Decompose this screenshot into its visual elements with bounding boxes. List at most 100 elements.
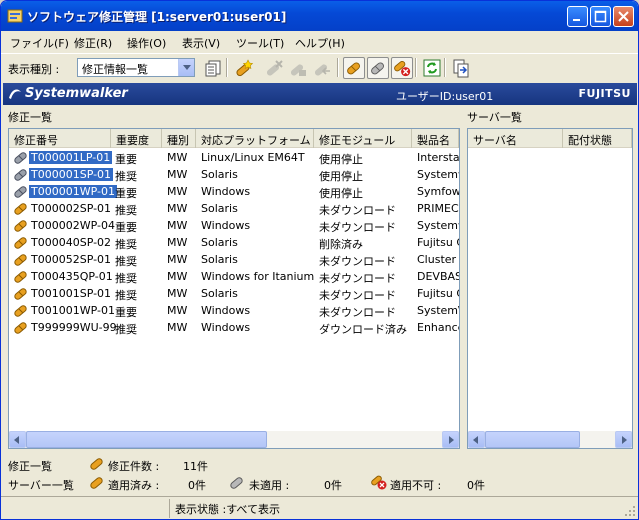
cell-platform: Windows — [201, 219, 251, 232]
menu-view[interactable]: 表示(V) — [182, 35, 220, 51]
cell-importance: 推奨 — [115, 272, 137, 285]
table-row[interactable]: T000435QP-01 推奨 MW Windows for Itanium 未ダウンロ… — [9, 268, 459, 285]
table-row[interactable]: T001001WP-01 重要 MW Windows 未ダウンロード System\ — [9, 302, 459, 319]
unapplied-count-label: 未適用 : — [249, 479, 290, 492]
cell-type: MW — [167, 151, 188, 164]
menu-file[interactable]: ファイル(F) — [10, 35, 69, 51]
applied-count-label: 適用済み : — [108, 479, 160, 492]
cell-product: Fujitsu C — [417, 236, 459, 249]
cell-type: MW — [167, 202, 188, 215]
patch-id: T000435QP-01 — [31, 270, 113, 283]
maximize-button[interactable] — [590, 6, 611, 27]
table-row[interactable]: T000001LP-01 重要 MW Linux/Linux EM64T 使用停止 Int… — [9, 149, 459, 166]
patch-id: T000002SP-01 — [31, 202, 112, 215]
close-icon — [618, 11, 629, 22]
chevron-down-icon[interactable] — [178, 59, 194, 76]
summary-server-list-label: サーバー一覧 — [8, 479, 74, 492]
cell-platform: Windows for Itanium — [201, 270, 315, 283]
cell-platform: Solaris — [201, 287, 238, 300]
column-header-server-name[interactable]: サーバ名 — [468, 129, 563, 148]
toolbar-separator — [415, 58, 417, 77]
app-window: ソフトウェア修正管理 [1:server01:user01] ファイル(F) 修… — [0, 0, 639, 520]
scroll-thumb[interactable] — [485, 431, 580, 448]
table-row[interactable]: T000002SP-01 推奨 MW Solaris 未ダウンロード PRIMEC — [9, 200, 459, 217]
table-row[interactable]: T000001SP-01推奨 MW Solaris 使用停止 Systemw — [9, 166, 459, 183]
column-header-distribution-status[interactable]: 配付状態 — [563, 129, 632, 148]
summary-patch-list-label: 修正一覧 — [8, 460, 52, 473]
cell-type: MW — [167, 219, 188, 232]
patch-id: T000002WP-04 — [31, 219, 115, 232]
column-header-product[interactable]: 製品名 — [412, 129, 459, 148]
cell-platform: Solaris — [201, 168, 238, 181]
server-list-title: サーバ一覧 — [467, 111, 522, 124]
resize-grip-icon[interactable] — [624, 505, 636, 517]
title-bar[interactable]: ソフトウェア修正管理 [1:server01:user01] — [1, 1, 638, 31]
table-row[interactable]: T999999WU-99推奨 MW Windows ダウンロード済み Enhance — [9, 319, 459, 336]
column-header-type[interactable]: 種別 — [162, 129, 196, 148]
filter-unapplied-button[interactable] — [367, 57, 389, 79]
apply-patch-icon[interactable] — [287, 57, 309, 79]
patch-id: T000052SP-01 — [31, 253, 112, 266]
table-row[interactable]: T000040SP-02推奨 MW Solaris 削除済み Fujitsu C — [9, 234, 459, 251]
view-type-label: 表示種別 : — [8, 63, 60, 76]
menu-patch[interactable]: 修正(R) — [74, 35, 112, 51]
export-icon[interactable] — [450, 57, 472, 79]
table-row[interactable]: T000052SP-01 推奨 MW Solaris 未ダウンロード Cluster — [9, 251, 459, 268]
patch-list[interactable]: 修正番号 重要度 種別 対応プラットフォーム 修正モジュール 製品名 T0000… — [8, 128, 460, 449]
minimize-button[interactable] — [567, 6, 588, 27]
orange-patch-icon — [14, 254, 27, 266]
remove-patch-icon[interactable] — [311, 57, 333, 79]
column-header-importance[interactable]: 重要度 — [111, 129, 162, 148]
delete-patch-icon[interactable] — [263, 57, 285, 79]
cell-type: MW — [167, 321, 188, 334]
server-list-hscrollbar[interactable] — [468, 431, 632, 448]
toolbar-separator — [226, 58, 228, 77]
scroll-right-button[interactable] — [615, 431, 632, 448]
server-list[interactable]: サーバ名 配付状態 — [467, 128, 633, 449]
toolbar-separator — [337, 58, 339, 77]
cell-product: Systemw — [417, 219, 459, 232]
orange-patch-icon — [14, 237, 27, 249]
table-row[interactable]: T000002WP-04重要 MW Windows 未ダウンロード Systemw — [9, 217, 459, 234]
applied-count-value: 0件 — [188, 479, 206, 492]
cell-module: 未ダウンロード — [319, 221, 396, 234]
column-header-module[interactable]: 修正モジュール — [314, 129, 412, 148]
menu-operation[interactable]: 操作(O) — [127, 35, 166, 51]
systemwalker-logo: Systemwalker — [25, 86, 128, 101]
cell-type: MW — [167, 168, 188, 181]
new-patch-icon[interactable] — [233, 57, 255, 79]
patch-id: T999999WU-99 — [31, 321, 117, 334]
column-header-platform[interactable]: 対応プラットフォーム — [196, 129, 314, 148]
view-type-select[interactable]: 修正情報一覧 — [77, 58, 195, 77]
scroll-left-button[interactable] — [468, 431, 485, 448]
menu-help[interactable]: ヘルプ(H) — [295, 35, 345, 51]
scroll-right-button[interactable] — [442, 431, 459, 448]
cell-importance: 重要 — [115, 187, 137, 200]
properties-icon[interactable] — [203, 57, 225, 79]
unapplied-count-value: 0件 — [324, 479, 342, 492]
filter-applied-button[interactable] — [343, 57, 365, 79]
filter-not-applicable-button[interactable] — [391, 57, 413, 79]
menu-tools[interactable]: ツール(T) — [236, 35, 284, 51]
column-header-patch-id[interactable]: 修正番号 — [9, 129, 111, 148]
toolbar-separator — [444, 58, 446, 77]
table-row[interactable]: T001001SP-01推奨 MW Solaris 未ダウンロード Fujitsu C — [9, 285, 459, 302]
refresh-icon[interactable] — [421, 57, 443, 79]
close-button[interactable] — [613, 6, 634, 27]
patch-id: T000001LP-01 — [29, 151, 113, 164]
gray-patch-icon — [14, 152, 27, 164]
patch-list-title: 修正一覧 — [8, 111, 52, 124]
table-row[interactable]: T000001WP-01 重要 MW Windows 使用停止 Symfow — [9, 183, 459, 200]
cell-product: Interstag — [417, 151, 459, 164]
view-type-value: 修正情報一覧 — [82, 63, 148, 76]
cell-type: MW — [167, 287, 188, 300]
cell-product: Cluster — [417, 253, 457, 266]
scroll-thumb[interactable] — [26, 431, 267, 448]
orange-patch-icon — [14, 271, 27, 283]
cell-module: 未ダウンロード — [319, 272, 396, 285]
gray-patch-icon — [14, 186, 27, 198]
patch-list-hscrollbar[interactable] — [9, 431, 459, 448]
scroll-left-button[interactable] — [9, 431, 26, 448]
patch-id: T000001SP-01 — [29, 168, 114, 181]
window-title: ソフトウェア修正管理 [1:server01:user01] — [27, 10, 287, 24]
